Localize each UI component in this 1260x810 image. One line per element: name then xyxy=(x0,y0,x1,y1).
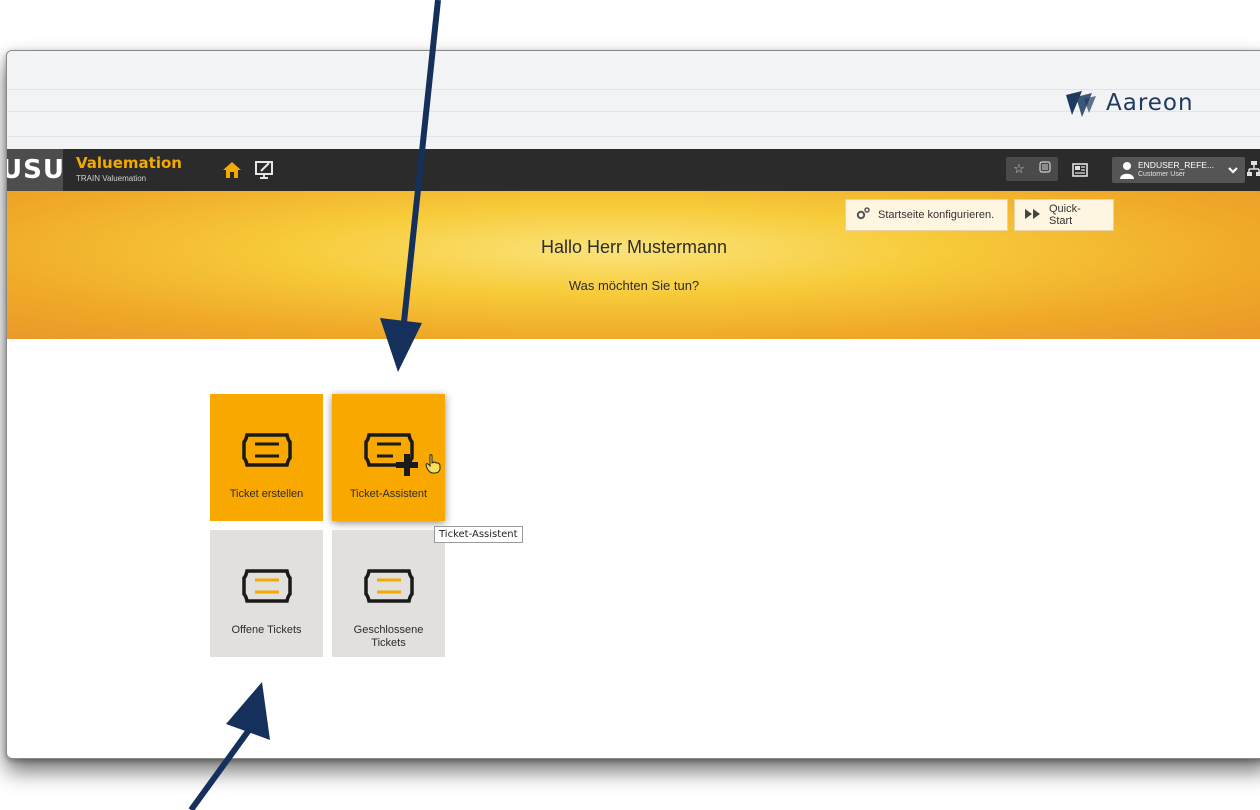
chevron-down-icon xyxy=(1227,163,1239,181)
fast-forward-icon xyxy=(1025,208,1041,222)
star-icon[interactable]: ☆ xyxy=(1013,161,1025,177)
top-app-bar: USU Valuemation TRAIN Valuemation ☆ ENDU… xyxy=(7,149,1260,191)
monitor-edit-icon[interactable] xyxy=(253,159,275,181)
user-name: ENDUSER_REFE... xyxy=(1138,160,1215,170)
welcome-banner: Startseite konfigurieren. Quick-Start Ha… xyxy=(7,191,1260,339)
tile-label: Ticket erstellen xyxy=(229,488,304,500)
hand-cursor-icon xyxy=(425,454,441,479)
brand-strip: Aareon xyxy=(7,51,1260,149)
app-subtitle: TRAIN Valuemation xyxy=(76,174,147,183)
user-role: Customer User xyxy=(1138,171,1186,178)
aareon-logo-text: Aareon xyxy=(1106,90,1194,116)
usu-logo: USU xyxy=(7,149,64,191)
tooltip: Ticket-Assistent xyxy=(434,526,523,543)
quick-start-button[interactable]: Quick-Start xyxy=(1014,199,1114,231)
configure-start-page-button[interactable]: Startseite konfigurieren. xyxy=(845,199,1008,231)
ticket-closed-icon xyxy=(363,566,415,611)
tile-label: Geschlossene Tickets xyxy=(353,624,424,649)
news-icon[interactable] xyxy=(1069,159,1091,181)
favorites-toolbar: ☆ xyxy=(1006,157,1058,181)
home-icon[interactable] xyxy=(221,159,243,181)
tile-label: Offene Tickets xyxy=(231,624,302,636)
sitemap-icon[interactable] xyxy=(1247,161,1260,182)
app-window: Aareon USU Valuemation TRAIN Valuemation… xyxy=(6,50,1260,759)
aareon-logo: Aareon xyxy=(1062,83,1194,123)
aareon-mark-icon xyxy=(1066,91,1096,117)
configure-label: Startseite konfigurieren. xyxy=(878,209,995,221)
ticket-icon xyxy=(241,430,293,475)
list-icon[interactable] xyxy=(1039,160,1051,178)
tile-offene-tickets[interactable]: Offene Tickets xyxy=(210,530,323,657)
ticket-add-icon xyxy=(363,430,423,481)
tile-ticket-erstellen[interactable]: Ticket erstellen xyxy=(210,394,323,521)
quick-start-label: Quick-Start xyxy=(1049,203,1081,227)
gears-icon xyxy=(856,206,870,224)
ticket-open-icon xyxy=(241,566,293,611)
user-icon xyxy=(1120,161,1134,184)
greeting-question: Was möchten Sie tun? xyxy=(568,278,700,293)
tile-geschlossene-tickets[interactable]: Geschlossene Tickets xyxy=(332,530,445,657)
user-menu-button[interactable]: ENDUSER_REFE... Customer User xyxy=(1112,157,1245,183)
tile-label: Ticket-Assistent xyxy=(349,488,428,500)
app-name: Valuemation xyxy=(76,154,182,172)
greeting-heading: Hallo Herr Mustermann xyxy=(540,237,728,257)
